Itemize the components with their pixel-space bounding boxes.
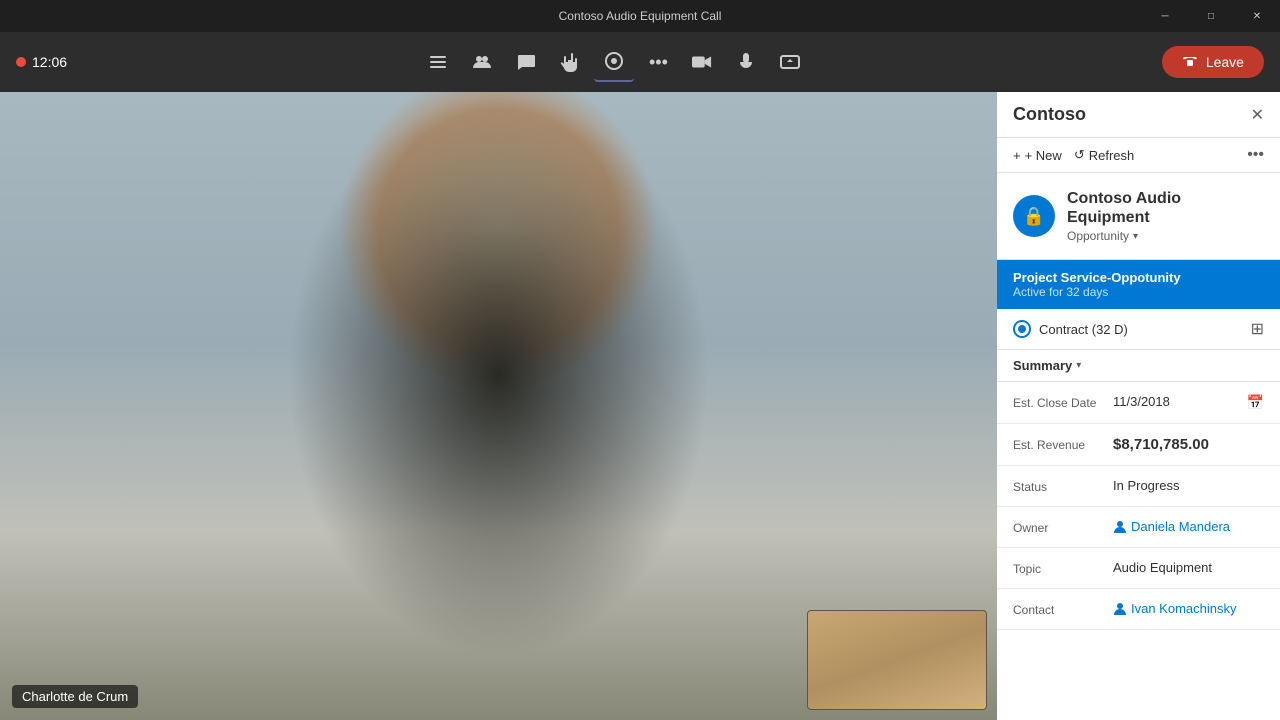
est-revenue-value: $8,710,785.00 [1113, 436, 1264, 453]
est-close-date-label: Est. Close Date [1013, 394, 1113, 410]
contract-inner-dot [1018, 325, 1026, 333]
new-button[interactable]: + + New [1013, 148, 1062, 163]
record-type: Opportunity [1067, 229, 1129, 243]
minimize-button[interactable]: ─ [1142, 0, 1188, 32]
contact-label: Contact [1013, 601, 1113, 617]
contract-status-icon [1013, 320, 1031, 338]
contact-name: Ivan Komachinsky [1131, 601, 1237, 616]
summary-section[interactable]: Summary ▾ [997, 350, 1280, 382]
record-info: Contoso Audio Equipment Opportunity ▾ [1067, 189, 1264, 243]
participants-button[interactable] [462, 42, 502, 82]
contract-row[interactable]: Contract (32 D) ⊞ [997, 309, 1280, 350]
refresh-button[interactable]: ↺ Refresh [1074, 147, 1134, 163]
roster-button[interactable] [418, 42, 458, 82]
microphone-button[interactable] [726, 42, 766, 82]
person-icon [1113, 520, 1127, 534]
est-close-date-value: 11/3/2018 [1113, 394, 1247, 409]
contact-value[interactable]: Ivan Komachinsky [1113, 601, 1264, 616]
close-icon: ✕ [1251, 107, 1264, 124]
toolbar-center: ••• [418, 42, 810, 82]
call-toolbar: 12:06 [0, 32, 1280, 92]
record-type-row: Opportunity ▾ [1067, 229, 1264, 243]
refresh-icon: ↺ [1074, 147, 1085, 163]
refresh-label: Refresh [1089, 148, 1135, 163]
maximize-button[interactable]: □ [1188, 0, 1234, 32]
record-name: Contoso Audio Equipment [1067, 189, 1264, 227]
record-card: 🔒 Contoso Audio Equipment Opportunity ▾ [997, 173, 1280, 260]
window-title: Contoso Audio Equipment Call [559, 9, 722, 23]
status-field: Status In Progress [997, 466, 1280, 507]
share-button[interactable] [770, 42, 810, 82]
project-banner-title: Project Service-Oppotunity [1013, 270, 1264, 285]
owner-field: Owner Daniela Mandera [997, 507, 1280, 548]
background-blur-button[interactable] [594, 42, 634, 82]
summary-label: Summary [1013, 358, 1072, 373]
status-label: Status [1013, 478, 1113, 494]
more-icon: ••• [649, 52, 668, 73]
recording-indicator [16, 57, 26, 67]
owner-value[interactable]: Daniela Mandera [1113, 519, 1264, 534]
topic-value: Audio Equipment [1113, 560, 1264, 575]
est-close-date-field: Est. Close Date 11/3/2018 📅 [997, 382, 1280, 424]
summary-chevron-icon: ▾ [1076, 360, 1081, 371]
contact-field: Contact Ivan Komachinsky [997, 589, 1280, 630]
chat-button[interactable] [506, 42, 546, 82]
est-revenue-field: Est. Revenue $8,710,785.00 [997, 424, 1280, 466]
project-banner-subtitle: Active for 32 days [1013, 285, 1264, 299]
panel-header: Contoso ✕ [997, 92, 1280, 138]
new-label: + New [1025, 148, 1062, 163]
leave-label: Leave [1206, 54, 1244, 70]
panel-actions: + + New ↺ Refresh ••• [997, 138, 1280, 173]
contract-left: Contract (32 D) [1013, 320, 1128, 338]
panel-title: Contoso [1013, 104, 1086, 125]
raise-hand-button[interactable] [550, 42, 590, 82]
topic-label: Topic [1013, 560, 1113, 576]
panel-close-button[interactable]: ✕ [1251, 105, 1264, 125]
est-revenue-label: Est. Revenue [1013, 436, 1113, 452]
side-panel: Contoso ✕ + + New ↺ Refresh ••• 🔒 Contos… [997, 92, 1280, 720]
participant-label: Charlotte de Crum [12, 685, 138, 708]
self-video-thumbnail [807, 610, 987, 710]
title-bar: Contoso Audio Equipment Call ─ □ ✕ [0, 0, 1280, 32]
leave-button[interactable]: Leave [1162, 46, 1264, 78]
owner-label: Owner [1013, 519, 1113, 535]
lock-icon: 🔒 [1023, 206, 1045, 227]
panel-more-button[interactable]: ••• [1247, 146, 1264, 164]
close-button[interactable]: ✕ [1234, 0, 1280, 32]
person-icon [1113, 602, 1127, 616]
more-options-button[interactable]: ••• [638, 42, 678, 82]
window-controls: ─ □ ✕ [1142, 0, 1280, 32]
grid-view-icon[interactable]: ⊞ [1251, 319, 1264, 339]
video-area: Charlotte de Crum [0, 92, 997, 720]
contract-label: Contract (32 D) [1039, 322, 1128, 337]
topic-field: Topic Audio Equipment [997, 548, 1280, 589]
camera-button[interactable] [682, 42, 722, 82]
record-icon: 🔒 [1013, 195, 1055, 237]
calendar-icon[interactable]: 📅 [1247, 394, 1264, 411]
status-value: In Progress [1113, 478, 1264, 493]
call-timer: 12:06 [16, 54, 67, 70]
project-service-banner[interactable]: Project Service-Oppotunity Active for 32… [997, 260, 1280, 309]
more-icon: ••• [1247, 146, 1264, 163]
plus-icon: + [1013, 148, 1021, 163]
owner-name: Daniela Mandera [1131, 519, 1230, 534]
timer-display: 12:06 [32, 54, 67, 70]
chevron-down-icon: ▾ [1133, 231, 1138, 242]
